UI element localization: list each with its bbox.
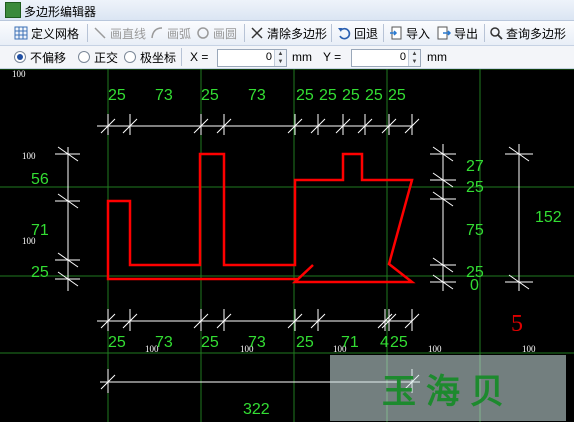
bottom-dimension-label: 25 — [390, 334, 408, 351]
draw-arc-label: 画弧 — [167, 26, 192, 41]
x-label: X = — [190, 50, 209, 64]
top-dimension-label: 73 — [155, 87, 173, 104]
right-dimension-label: 0 — [470, 277, 479, 294]
left-dimension-label: 71 — [31, 222, 49, 239]
bottom-dimension-label: 25 — [296, 334, 314, 351]
undo-icon — [337, 26, 351, 40]
grid-icon — [14, 26, 28, 40]
watermark: 玉海贝 — [330, 355, 566, 421]
define-grid-button[interactable]: 定义网格 — [14, 25, 79, 41]
x-spinner[interactable]: ▲ ▼ — [274, 50, 286, 66]
draw-circle-button[interactable]: 画圆 — [196, 25, 237, 41]
bottom-dimension-label: 4 — [380, 334, 389, 351]
export-icon — [437, 26, 452, 40]
top-dimension-label: 25 — [201, 87, 219, 104]
radio-icon — [78, 51, 90, 63]
undo-label: 回退 — [354, 26, 379, 41]
top-dimension-label: 25 — [365, 87, 383, 104]
y-spinner[interactable]: ▲ ▼ — [408, 50, 420, 66]
bottom-dimension-label: 73 — [155, 334, 173, 351]
draw-arc-button[interactable]: 画弧 — [150, 25, 191, 41]
arc-icon — [150, 26, 164, 40]
top-dimension-label: 25 — [319, 87, 337, 104]
query-polygon-button[interactable]: 查询多边形 — [489, 25, 566, 41]
y-coordinate-input[interactable]: 0 ▲ ▼ — [351, 49, 421, 67]
x-unit: mm — [292, 50, 312, 64]
top-dimension-label: 25 — [342, 87, 360, 104]
window-title: 多边形编辑器 — [24, 5, 97, 19]
no-offset-radio[interactable]: 不偏移 — [14, 49, 66, 65]
toolbar-separator — [484, 24, 485, 42]
title-bar: 多边形编辑器 — [0, 0, 574, 21]
figure-number: 5 — [511, 311, 523, 337]
app-icon — [5, 2, 21, 18]
grid-label: 100 — [12, 69, 26, 79]
y-label: Y = — [323, 50, 342, 64]
options-bar: 不偏移 正交 极坐标 X = 0 ▲ ▼ mm Y = 0 ▲ ▼ mm — [0, 46, 574, 69]
right-dimension-label: 25 — [466, 179, 484, 196]
total-height-label: 152 — [535, 209, 562, 226]
orthogonal-radio[interactable]: 正交 — [78, 49, 118, 65]
radio-selected-icon — [14, 51, 26, 63]
toolbar-separator — [87, 24, 88, 42]
top-dimension-label: 25 — [108, 87, 126, 104]
bottom-dimension-label: 73 — [248, 334, 266, 351]
import-label: 导入 — [406, 26, 431, 41]
x-coordinate-input[interactable]: 0 ▲ ▼ — [217, 49, 287, 67]
define-grid-label: 定义网格 — [31, 26, 80, 41]
polar-radio[interactable]: 极坐标 — [124, 49, 176, 65]
y-value: 0 — [399, 51, 406, 63]
bottom-dimension-label: 25 — [108, 334, 126, 351]
search-icon — [489, 26, 503, 40]
no-offset-label: 不偏移 — [30, 50, 67, 65]
radio-icon — [124, 51, 136, 63]
drawing-canvas[interactable]: 100 100 100 100 100 100 100 100 25 73 25… — [0, 69, 574, 422]
polar-label: 极坐标 — [140, 50, 177, 65]
top-dimension-label: 25 — [296, 87, 314, 104]
total-width-label: 322 — [243, 401, 270, 418]
y-unit: mm — [427, 50, 447, 64]
left-dimension-line — [55, 146, 80, 291]
left-dimension-label: 56 — [31, 171, 49, 188]
clear-polygon-label: 清除多边形 — [267, 26, 328, 41]
x-value: 0 — [265, 51, 272, 63]
draw-line-button[interactable]: 画直线 — [93, 25, 146, 41]
export-label: 导出 — [454, 26, 479, 41]
top-dimension-label: 73 — [248, 87, 266, 104]
bottom-dimension-line — [97, 309, 420, 331]
toolbar: 定义网格 画直线 画弧 画圆 清除多边形 回退 导入 导出 查询多边形 — [0, 21, 574, 46]
toolbar-separator — [244, 24, 245, 42]
import-button[interactable]: 导入 — [389, 25, 430, 41]
bottom-dimension-label: 71 — [341, 334, 359, 351]
right-dimension-label: 27 — [466, 158, 484, 175]
undo-button[interactable]: 回退 — [337, 25, 378, 41]
export-button[interactable]: 导出 — [437, 25, 478, 41]
top-dimension-label: 25 — [388, 87, 406, 104]
query-polygon-label: 查询多边形 — [506, 26, 567, 41]
toolbar-separator — [383, 24, 384, 42]
left-dimension-label: 25 — [31, 264, 49, 281]
clear-polygon-button[interactable]: 清除多边形 — [250, 25, 327, 41]
orthogonal-label: 正交 — [94, 50, 119, 65]
grid-label: 100 — [22, 151, 36, 161]
top-dimension-line — [97, 114, 420, 135]
draw-circle-label: 画圆 — [213, 26, 238, 41]
right-dimension-label: 75 — [466, 222, 484, 239]
import-icon — [389, 26, 403, 40]
grid-label: 100 — [428, 344, 442, 354]
close-icon — [250, 26, 264, 40]
draw-line-label: 画直线 — [110, 26, 147, 41]
options-separator — [181, 48, 182, 66]
circle-icon — [196, 26, 210, 40]
toolbar-separator — [331, 24, 332, 42]
polygon-outline[interactable] — [106, 152, 416, 284]
grid-label: 100 — [522, 344, 536, 354]
line-icon — [93, 26, 107, 40]
bottom-dimension-label: 25 — [201, 334, 219, 351]
